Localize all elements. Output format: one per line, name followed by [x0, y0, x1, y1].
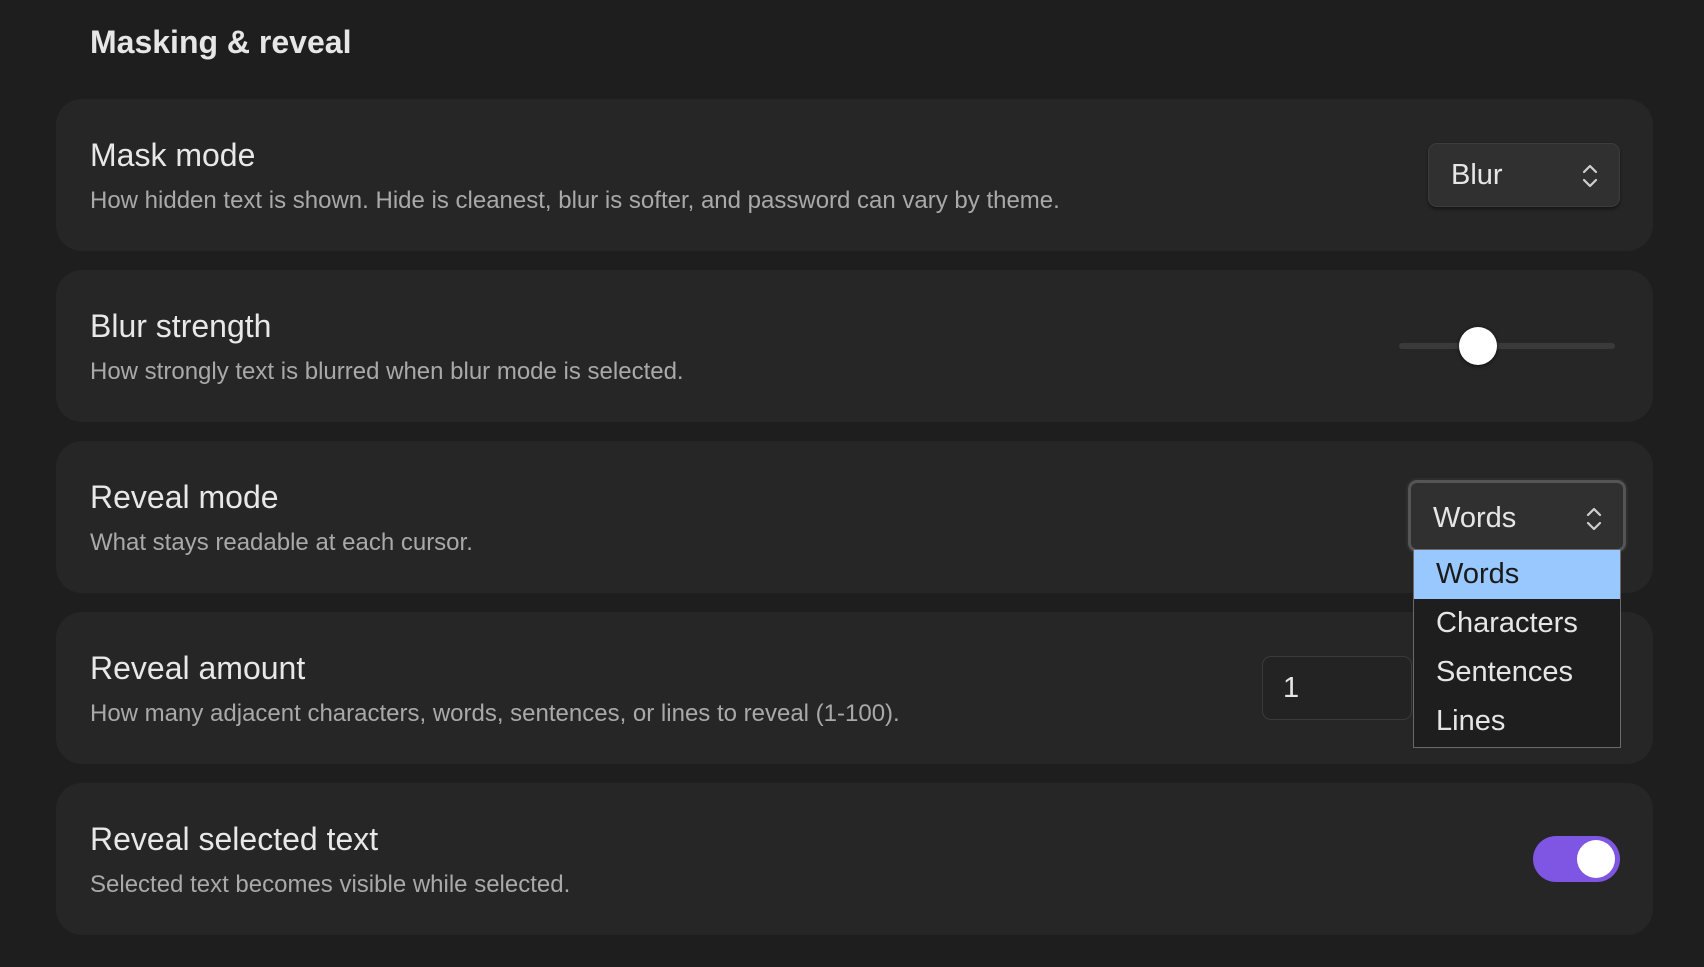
dropdown-option-lines[interactable]: Lines — [1414, 697, 1620, 746]
setting-description: Selected text becomes visible while sele… — [90, 871, 571, 898]
chevron-up-down-icon — [1582, 164, 1598, 188]
toggle-knob — [1577, 840, 1615, 878]
blur-strength-slider-track[interactable] — [1399, 343, 1615, 349]
setting-description: How hidden text is shown. Hide is cleane… — [90, 187, 1060, 214]
setting-title: Reveal selected text — [90, 821, 379, 857]
dropdown-option-characters[interactable]: Characters — [1414, 599, 1620, 648]
blur-strength-slider-thumb[interactable] — [1459, 327, 1497, 365]
setting-description: How many adjacent characters, words, sen… — [90, 700, 900, 727]
setting-description: What stays readable at each cursor. — [90, 529, 473, 556]
chevron-up-down-icon — [1586, 507, 1602, 531]
setting-reveal-selected: Reveal selected text Selected text becom… — [56, 783, 1653, 935]
mask-mode-select[interactable]: Blur — [1428, 143, 1620, 207]
reveal-amount-value: 1 — [1283, 672, 1300, 704]
reveal-mode-value: Words — [1433, 502, 1517, 534]
dropdown-option-words[interactable]: Words — [1414, 550, 1620, 599]
reveal-amount-input[interactable]: 1 — [1262, 656, 1412, 720]
setting-title: Blur strength — [90, 308, 272, 344]
settings-page: Masking & reveal Mask mode How hidden te… — [0, 0, 1704, 967]
setting-title: Reveal mode — [90, 479, 279, 515]
setting-description: How strongly text is blurred when blur m… — [90, 358, 684, 385]
setting-title: Reveal amount — [90, 650, 306, 686]
reveal-mode-dropdown: Words Characters Sentences Lines — [1413, 549, 1621, 748]
dropdown-option-sentences[interactable]: Sentences — [1414, 648, 1620, 697]
reveal-mode-select[interactable]: Words — [1408, 480, 1626, 552]
setting-mask-mode: Mask mode How hidden text is shown. Hide… — [56, 99, 1653, 251]
mask-mode-value: Blur — [1451, 159, 1503, 191]
section-title: Masking & reveal — [90, 24, 352, 60]
reveal-selected-toggle[interactable] — [1533, 836, 1620, 882]
setting-title: Mask mode — [90, 137, 256, 173]
